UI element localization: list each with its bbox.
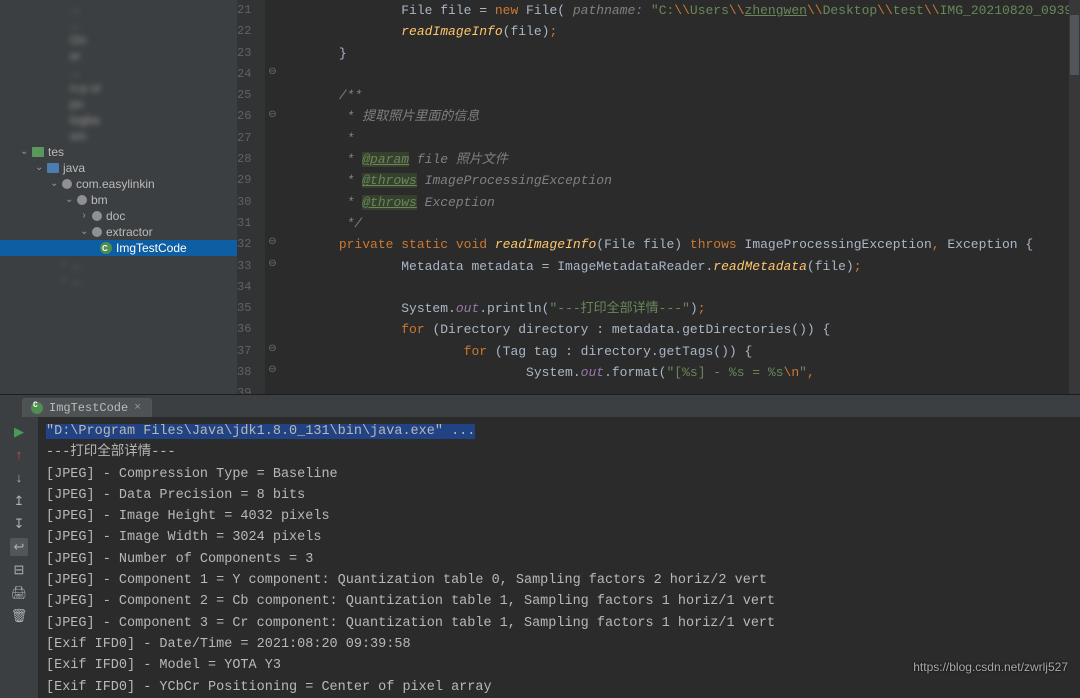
output-line[interactable]: "D:\Program Files\Java\jdk1.8.0_131\bin\… (46, 421, 1080, 442)
tree-node[interactable]: n-p or (0, 80, 237, 96)
code-line[interactable]: */ (276, 213, 1080, 234)
tree-node[interactable]: ImgTestCode (0, 240, 237, 256)
line-number: 30 (237, 192, 251, 213)
tree-node[interactable]: ⌄extractor (0, 224, 237, 240)
output-line[interactable]: [JPEG] - Image Width = 3024 pixels (46, 527, 1080, 548)
code-line[interactable] (276, 64, 1080, 85)
line-number: 34 (237, 277, 251, 298)
code-line[interactable]: * @param file 照片文件 (276, 149, 1080, 170)
code-line[interactable]: /** (276, 85, 1080, 106)
fold-toggle[interactable]: ⊖ (266, 236, 278, 248)
tree-node[interactable]: ⌄com.easylinkin (0, 176, 237, 192)
console-tool-0[interactable]: ▶ (10, 423, 28, 441)
tree-node[interactable]: ⌄tes (0, 144, 237, 160)
code-line[interactable]: } (276, 43, 1080, 64)
console-tab[interactable]: ImgTestCode × (22, 398, 152, 417)
code-line[interactable]: * @throws Exception (276, 192, 1080, 213)
line-gutter: 21222324252627282930313233343536373839 (237, 0, 266, 394)
scroll-thumb[interactable] (1070, 15, 1079, 75)
console-tool-1[interactable]: ↑ (10, 446, 28, 464)
line-number: 26 (237, 106, 251, 127)
fold-toggle[interactable]: ⊖ (266, 109, 278, 121)
line-number: 21 (237, 0, 251, 21)
close-icon[interactable]: × (134, 402, 141, 414)
code-line[interactable]: * (276, 128, 1080, 149)
fold-toggle[interactable]: ⊖ (266, 66, 278, 78)
output-line[interactable]: [JPEG] - Component 3 = Cr component: Qua… (46, 613, 1080, 634)
line-number: 38 (237, 362, 251, 383)
line-number: 36 (237, 319, 251, 340)
console-tabs[interactable]: ImgTestCode × (0, 395, 1080, 417)
code-line[interactable]: private static void readImageInfo(File f… (276, 234, 1080, 255)
line-number: 29 (237, 170, 251, 191)
tree-node[interactable]: po (0, 96, 237, 112)
line-number: 28 (237, 149, 251, 170)
line-number: 23 (237, 43, 251, 64)
tree-node[interactable]: xm (0, 128, 237, 144)
fold-toggle[interactable]: ⊖ (266, 343, 278, 355)
tree-node[interactable]: On (0, 32, 237, 48)
fold-toggle[interactable]: ⊖ (266, 364, 278, 376)
output-line[interactable]: [Exif IFD0] - YCbCr Positioning = Center… (46, 677, 1080, 698)
line-number: 37 (237, 341, 251, 362)
code-line[interactable]: readImageInfo(file); (276, 21, 1080, 42)
line-number: 31 (237, 213, 251, 234)
tree-node[interactable]: ⌄java (0, 160, 237, 176)
line-number: 25 (237, 85, 251, 106)
code-line[interactable]: System.out.format("[%s] - %s = %s\n", (276, 362, 1080, 383)
output-line[interactable]: [JPEG] - Component 2 = Cb component: Qua… (46, 591, 1080, 612)
line-number: 24 (237, 64, 251, 85)
console-output[interactable]: "D:\Program Files\Java\jdk1.8.0_131\bin\… (38, 417, 1080, 698)
code-line[interactable] (276, 277, 1080, 298)
tree-node[interactable]: ... (0, 16, 237, 32)
console-tool-8[interactable]: 🗑 (10, 607, 28, 625)
tree-node[interactable]: ⌄bm (0, 192, 237, 208)
code-line[interactable]: Metadata metadata = ImageMetadataReader.… (276, 256, 1080, 277)
code-line[interactable]: System.out.println("---打印全部详情---"); (276, 298, 1080, 319)
console-tool-7[interactable]: 🖨 (10, 584, 28, 602)
code-area[interactable]: File file = new File( pathname: "C:\\Use… (266, 0, 1080, 394)
tree-node[interactable]: ›... (0, 272, 237, 288)
tree-node[interactable]: logba (0, 112, 237, 128)
output-line[interactable]: [JPEG] - Component 1 = Y component: Quan… (46, 570, 1080, 591)
output-line[interactable]: [Exif IFD0] - Date/Time = 2021:08:20 09:… (46, 634, 1080, 655)
line-number: 39 (237, 383, 251, 394)
line-number: 35 (237, 298, 251, 319)
tree-node[interactable]: er (0, 48, 237, 64)
code-line[interactable]: for (Tag tag : directory.getTags()) { (276, 341, 1080, 362)
project-tree[interactable]: ......Oner...n-p orpologba xm⌄tes⌄java⌄c… (0, 0, 237, 394)
output-line[interactable]: [JPEG] - Image Height = 4032 pixels (46, 506, 1080, 527)
console-toolbar[interactable]: ▶ ↑ ↓ ↥ ↧ ↩ ⊟ 🖨 🗑 (0, 417, 38, 698)
console-tool-6[interactable]: ⊟ (10, 561, 28, 579)
editor-scrollbar[interactable] (1069, 0, 1080, 394)
line-number: 27 (237, 128, 251, 149)
watermark: https://blog.csdn.net/zwrlj527 (913, 660, 1068, 674)
code-line[interactable]: for (Directory directory : metadata.getD… (276, 319, 1080, 340)
console-tool-4[interactable]: ↧ (10, 515, 28, 533)
class-icon (31, 402, 43, 414)
output-line[interactable]: ---打印全部详情--- (46, 442, 1080, 463)
tree-node[interactable]: ... (0, 64, 237, 80)
code-line[interactable]: * 提取照片里面的信息 (276, 106, 1080, 127)
output-line[interactable]: [JPEG] - Compression Type = Baseline (46, 464, 1080, 485)
tree-node[interactable]: ›... (0, 256, 237, 272)
console-tool-2[interactable]: ↓ (10, 469, 28, 487)
console-tool-3[interactable]: ↥ (10, 492, 28, 510)
line-number: 22 (237, 21, 251, 42)
line-number: 32 (237, 234, 251, 255)
code-line[interactable]: * @throws ImageProcessingException (276, 170, 1080, 191)
tree-node[interactable]: ... (0, 0, 237, 16)
console-tab-label: ImgTestCode (49, 401, 128, 415)
output-line[interactable]: [JPEG] - Data Precision = 8 bits (46, 485, 1080, 506)
code-editor[interactable]: 21222324252627282930313233343536373839 ⊖… (237, 0, 1080, 394)
tree-node[interactable]: ›doc (0, 208, 237, 224)
code-line[interactable]: File file = new File( pathname: "C:\\Use… (276, 0, 1080, 21)
output-line[interactable]: [JPEG] - Number of Components = 3 (46, 549, 1080, 570)
fold-toggle[interactable]: ⊖ (266, 258, 278, 270)
console-tool-5[interactable]: ↩ (10, 538, 28, 556)
line-number: 33 (237, 256, 251, 277)
